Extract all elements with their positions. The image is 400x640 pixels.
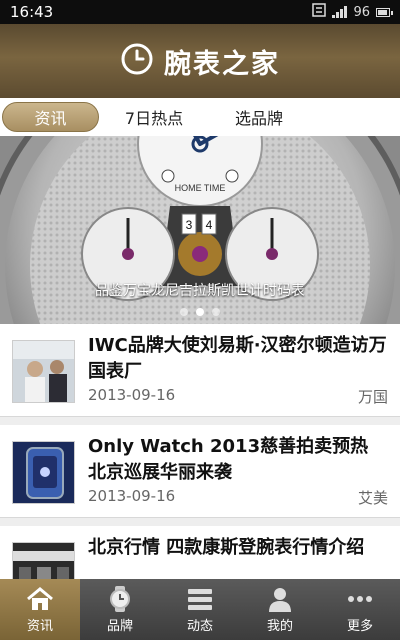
- carousel-dot[interactable]: [212, 308, 220, 316]
- status-bar: 16:43 96: [0, 0, 400, 24]
- news-thumbnail: [12, 441, 75, 504]
- nav-label: 更多: [346, 618, 373, 634]
- carousel-indicator: [0, 308, 400, 316]
- nav-label: 我的: [266, 618, 293, 634]
- list-divider: [0, 518, 400, 526]
- carousel-dot[interactable]: [180, 308, 188, 316]
- nav-more[interactable]: 更多: [320, 579, 400, 640]
- banner-dial-text: HOME TIME: [175, 183, 226, 193]
- news-date: 2013-09-16: [88, 386, 176, 404]
- battery-icon: [376, 7, 393, 17]
- banner-caption: 品鉴万宝龙尼吉拉斯凯世计时码表: [95, 283, 305, 299]
- news-source: 艾美: [357, 489, 388, 507]
- featured-banner[interactable]: HOME TIME 3 4 品鉴万宝龙尼吉拉斯凯世计时码表: [0, 136, 400, 324]
- list-icon: [185, 586, 215, 612]
- battery-level: 96: [353, 4, 370, 20]
- banner-dial-number-right: 4: [206, 218, 213, 232]
- nav-brand[interactable]: 品牌: [80, 579, 160, 640]
- tab-news[interactable]: 资讯: [2, 102, 99, 132]
- home-icon: [25, 586, 55, 612]
- nav-label: 动态: [186, 618, 213, 634]
- news-source: 万国: [357, 388, 388, 406]
- tab-7day-hot[interactable]: 7日热点: [99, 102, 209, 132]
- carousel-dot-active[interactable]: [196, 308, 204, 316]
- nav-feed[interactable]: 动态: [160, 579, 240, 640]
- watch-icon: [105, 585, 135, 612]
- nav-label: 品牌: [106, 618, 133, 634]
- app-title: 腕表之家: [164, 48, 280, 80]
- signal-icon: [332, 6, 348, 18]
- tab-choose-brand[interactable]: 选品牌: [209, 102, 309, 132]
- news-item[interactable]: 北京行情 四款康斯登腕表行情介绍: [0, 526, 400, 579]
- app-header: 腕表之家: [0, 24, 400, 98]
- more-icon: [345, 586, 375, 612]
- news-thumbnail: [12, 542, 75, 579]
- banner-dial-number-left: 3: [186, 218, 193, 232]
- status-icons: 96: [312, 3, 393, 21]
- news-list: IWC品牌大使刘易斯·汉密尔顿造访万国表厂 2013-09-16 万国 Only…: [0, 324, 400, 579]
- nav-news[interactable]: 资讯: [0, 579, 80, 640]
- nav-mine[interactable]: 我的: [240, 579, 320, 640]
- news-item[interactable]: Only Watch 2013慈善拍卖预热 北京巡展华丽来袭 2013-09-1…: [0, 425, 400, 518]
- news-item[interactable]: IWC品牌大使刘易斯·汉密尔顿造访万国表厂 2013-09-16 万国: [0, 324, 400, 417]
- bottom-nav: 资讯 品牌 动态 我的 更多: [0, 579, 400, 640]
- news-thumbnail: [12, 340, 75, 403]
- status-time: 16:43: [10, 3, 54, 21]
- list-divider: [0, 417, 400, 425]
- news-headline: Only Watch 2013慈善拍卖预热 北京巡展华丽来袭: [88, 436, 369, 483]
- nav-label: 资讯: [26, 618, 53, 634]
- news-headline: 北京行情 四款康斯登腕表行情介绍: [88, 537, 365, 558]
- news-date: 2013-09-16: [88, 487, 176, 505]
- user-icon: [265, 586, 295, 612]
- network-icon: [312, 3, 327, 21]
- news-headline: IWC品牌大使刘易斯·汉密尔顿造访万国表厂: [88, 335, 387, 382]
- clock-logo-icon: [120, 42, 154, 80]
- top-tabs: 资讯 7日热点 选品牌: [0, 98, 400, 136]
